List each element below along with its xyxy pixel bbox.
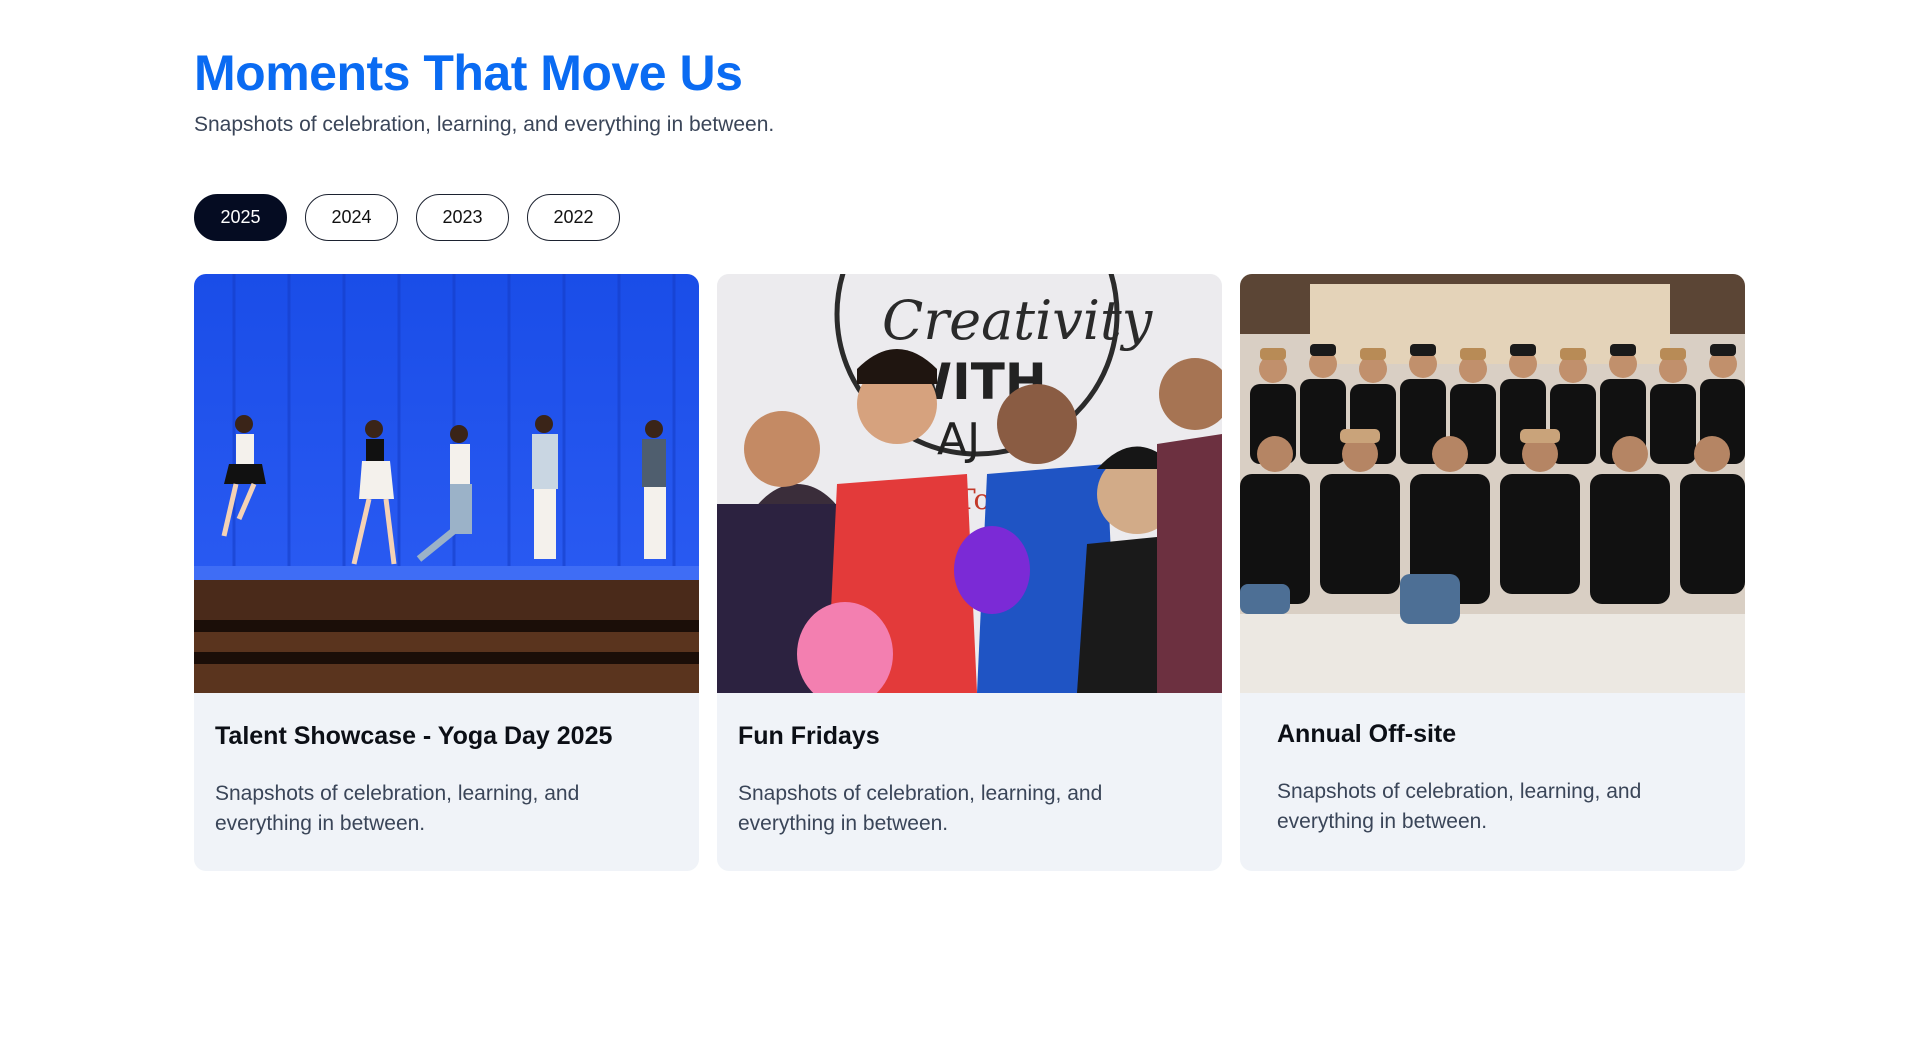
- card-description: Snapshots of celebration, learning, and …: [215, 782, 580, 835]
- gallery-card-talent-showcase[interactable]: Talent Showcase - Yoga Day 2025 Snapshot…: [194, 274, 699, 871]
- tab-2024[interactable]: 2024: [305, 194, 398, 241]
- page-subtitle: Snapshots of celebration, learning, and …: [194, 113, 775, 136]
- card-description: Snapshots of celebration, learning, and …: [1277, 780, 1642, 833]
- tab-2023[interactable]: 2023: [416, 194, 509, 241]
- card-description: Snapshots of celebration, learning, and …: [738, 782, 1103, 835]
- wall-text-aj: AJ: [937, 414, 980, 465]
- team-group-photo: [1240, 274, 1745, 693]
- card-title: Talent Showcase - Yoga Day 2025: [215, 722, 613, 750]
- gallery-cards: Talent Showcase - Yoga Day 2025 Snapshot…: [194, 274, 1745, 871]
- gallery-card-fun-fridays[interactable]: Creativity WITH AJ To Fun Fridays Snapsh…: [717, 274, 1222, 871]
- dancers-on-stage-photo: [194, 274, 699, 693]
- year-tabs: 2025 2024 2023 2022: [194, 194, 620, 241]
- tab-2022[interactable]: 2022: [527, 194, 620, 241]
- tab-2025[interactable]: 2025: [194, 194, 287, 241]
- gallery-card-annual-offsite[interactable]: Annual Off-site Snapshots of celebration…: [1240, 274, 1745, 871]
- card-title: Fun Fridays: [738, 722, 880, 750]
- wall-text-creativity: Creativity: [882, 289, 1154, 352]
- card-title: Annual Off-site: [1277, 720, 1457, 748]
- group-selfie-photo: Creativity WITH AJ To: [717, 274, 1222, 693]
- page-title: Moments That Move Us: [194, 45, 743, 101]
